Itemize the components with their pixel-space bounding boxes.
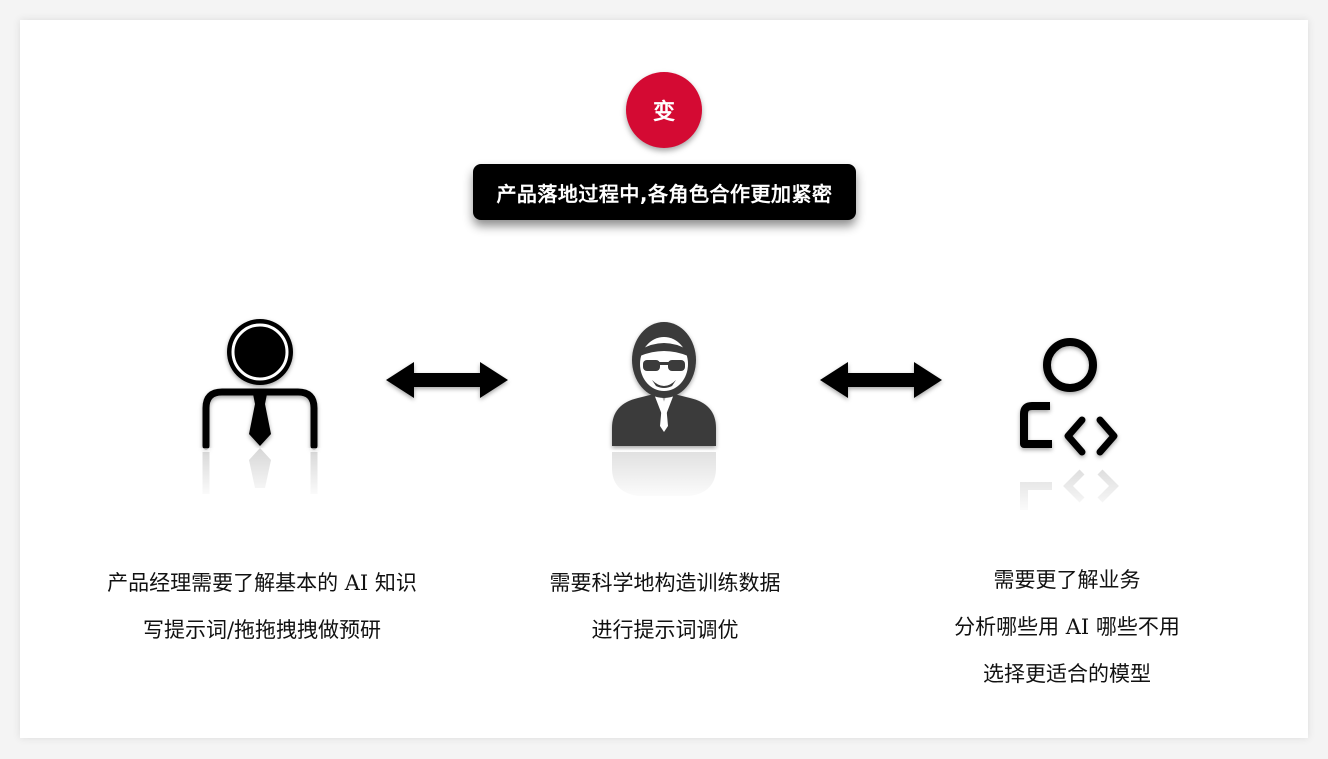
caption-line: 需要科学地构造训练数据 <box>549 571 781 595</box>
role-caption-developer: 需要更了解业务 分析哪些用 AI 哪些不用 选择更适合的模型 <box>867 557 1267 698</box>
double-arrow-icon <box>386 362 508 398</box>
caption-line: 分析哪些用 AI 哪些不用 <box>954 615 1180 639</box>
developer-code-icon <box>1020 338 1118 456</box>
caption-line: 产品经理需要了解基本的 AI 知识 <box>107 571 417 595</box>
double-arrow-icon <box>820 362 942 398</box>
caption-line: 写提示词/拖拖拽拽做预研 <box>142 618 382 642</box>
engineer-person-icon <box>612 322 716 446</box>
caption-line: 选择更适合的模型 <box>983 662 1151 686</box>
caption-line: 进行提示词调优 <box>591 618 739 642</box>
caption-line: 需要更了解业务 <box>993 568 1141 592</box>
role-caption-engineer: 需要科学地构造训练数据 进行提示词调优 <box>465 560 865 654</box>
business-person-icon <box>202 319 318 450</box>
role-caption-product-manager: 产品经理需要了解基本的 AI 知识 写提示词/拖拖拽拽做预研 <box>62 560 462 654</box>
